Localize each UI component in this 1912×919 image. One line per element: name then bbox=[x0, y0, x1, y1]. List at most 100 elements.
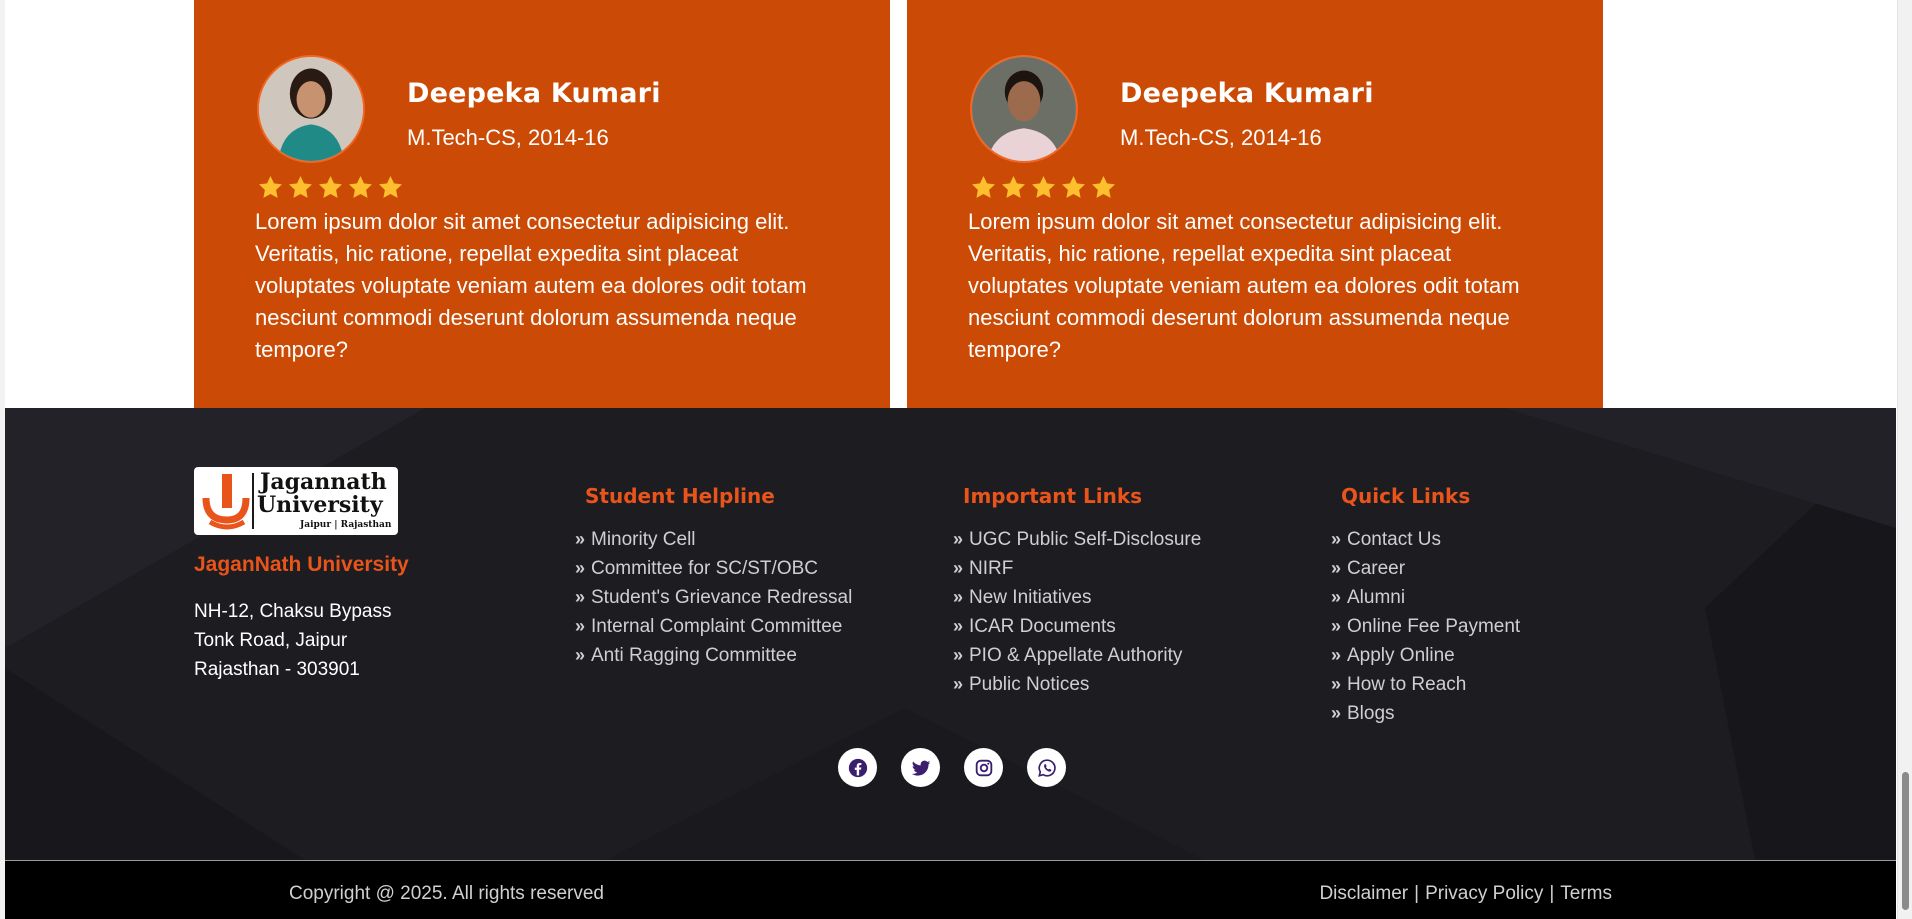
star-icon bbox=[349, 176, 372, 198]
footer-link[interactable]: Alumni bbox=[1347, 587, 1405, 608]
testimonial-role: M.Tech-CS, 2014-16 bbox=[407, 125, 609, 150]
list-item[interactable]: » New Initiatives bbox=[953, 583, 1201, 612]
chevron-double-right-icon: » bbox=[1331, 703, 1342, 723]
address-line: Tonk Road, Jaipur bbox=[194, 630, 348, 651]
chevron-double-right-icon: » bbox=[575, 616, 586, 636]
footer-link[interactable]: PIO & Appellate Authority bbox=[969, 645, 1182, 666]
testimonial-text: Lorem ipsum dolor sit amet consectetur a… bbox=[968, 209, 1520, 362]
list-item[interactable]: » Career bbox=[1331, 554, 1520, 583]
bottom-bar: Copyright @ 2025. All rights reserved Di… bbox=[5, 860, 1896, 919]
footer-link[interactable]: Blogs bbox=[1347, 703, 1395, 724]
privacy-policy-link[interactable]: Privacy Policy bbox=[1425, 883, 1543, 904]
testimonial-card: Deepeka Kumari M.Tech-CS, 2014-16 Lorem … bbox=[194, 0, 890, 408]
chevron-double-right-icon: » bbox=[953, 529, 964, 549]
instagram-link[interactable] bbox=[964, 748, 1003, 787]
quick-links-list: » Contact Us » Career » Alumni » Online Fee … bbox=[1331, 525, 1520, 728]
star-icon bbox=[1062, 176, 1085, 198]
logo-mark-icon bbox=[202, 474, 250, 530]
scrollbar-thumb[interactable] bbox=[1902, 772, 1909, 910]
list-item[interactable]: » Public Notices bbox=[953, 670, 1201, 699]
twitter-link[interactable] bbox=[901, 748, 940, 787]
vertical-scrollbar[interactable] bbox=[1897, 0, 1912, 919]
separator: | bbox=[1414, 883, 1420, 904]
site-footer: Jagannath University Jaipur | Rajasthan … bbox=[5, 408, 1896, 860]
list-item[interactable]: » Anti Ragging Committee bbox=[575, 641, 852, 670]
footer-link[interactable]: Online Fee Payment bbox=[1347, 616, 1520, 637]
footer-link[interactable]: ICAR Documents bbox=[969, 616, 1116, 637]
chevron-double-right-icon: » bbox=[953, 616, 964, 636]
chevron-double-right-icon: » bbox=[953, 645, 964, 665]
testimonials-section: Deepeka Kumari M.Tech-CS, 2014-16 Lorem … bbox=[5, 0, 1896, 408]
footer-link[interactable]: Minority Cell bbox=[591, 529, 696, 550]
whatsapp-icon bbox=[1037, 758, 1056, 777]
testimonial-role: M.Tech-CS, 2014-16 bbox=[1120, 125, 1322, 150]
rating-stars bbox=[970, 174, 1117, 201]
footer-link[interactable]: Student's Grievance Redressal bbox=[591, 587, 852, 608]
list-item[interactable]: » Internal Complaint Committee bbox=[575, 612, 852, 641]
important-links-title: Important Links bbox=[963, 484, 1143, 508]
chevron-double-right-icon: » bbox=[575, 645, 586, 665]
chevron-double-right-icon: » bbox=[1331, 616, 1342, 636]
student-helpline-title: Student Helpline bbox=[585, 484, 775, 508]
chevron-double-right-icon: » bbox=[1331, 645, 1342, 665]
facebook-link[interactable] bbox=[838, 748, 877, 787]
disclaimer-link[interactable]: Disclaimer bbox=[1319, 883, 1408, 904]
rating-stars bbox=[257, 174, 404, 201]
chevron-double-right-icon: » bbox=[575, 587, 586, 607]
footer-link[interactable]: New Initiatives bbox=[969, 587, 1092, 608]
list-item[interactable]: » Committee for SC/ST/OBC bbox=[575, 554, 852, 583]
list-item[interactable]: » Blogs bbox=[1331, 699, 1520, 728]
footer-link[interactable]: Contact Us bbox=[1347, 529, 1441, 550]
footer-link[interactable]: Public Notices bbox=[969, 674, 1089, 695]
footer-link[interactable]: Career bbox=[1347, 558, 1405, 579]
star-icon bbox=[259, 176, 282, 198]
instagram-icon bbox=[975, 759, 992, 776]
footer-link[interactable]: Anti Ragging Committee bbox=[591, 645, 797, 666]
copyright-text: Copyright @ 2025. All rights reserved bbox=[289, 883, 604, 904]
chevron-double-right-icon: » bbox=[1331, 587, 1342, 607]
star-icon bbox=[972, 176, 995, 198]
list-item[interactable]: » Online Fee Payment bbox=[1331, 612, 1520, 641]
list-item[interactable]: » ICAR Documents bbox=[953, 612, 1201, 641]
whatsapp-link[interactable] bbox=[1027, 748, 1066, 787]
university-logo[interactable]: Jagannath University Jaipur | Rajasthan bbox=[194, 467, 398, 535]
footer-link[interactable]: UGC Public Self-Disclosure bbox=[969, 529, 1201, 550]
list-item[interactable]: » Student's Grievance Redressal bbox=[575, 583, 852, 612]
footer-link[interactable]: Internal Complaint Committee bbox=[591, 616, 842, 637]
logo-text-line1: Jagannath bbox=[260, 469, 387, 495]
star-icon bbox=[1092, 176, 1115, 198]
list-item[interactable]: » NIRF bbox=[953, 554, 1201, 583]
chevron-double-right-icon: » bbox=[575, 558, 586, 578]
chevron-double-right-icon: » bbox=[575, 529, 586, 549]
list-item[interactable]: » UGC Public Self-Disclosure bbox=[953, 525, 1201, 554]
list-item[interactable]: » Contact Us bbox=[1331, 525, 1520, 554]
chevron-double-right-icon: » bbox=[953, 674, 964, 694]
quick-links-title: Quick Links bbox=[1341, 484, 1471, 508]
footer-link[interactable]: NIRF bbox=[969, 558, 1013, 579]
list-item[interactable]: » Alumni bbox=[1331, 583, 1520, 612]
logo-text-line2: University bbox=[257, 492, 383, 518]
footer-link[interactable]: Committee for SC/ST/OBC bbox=[591, 558, 818, 579]
list-item[interactable]: » Minority Cell bbox=[575, 525, 852, 554]
list-item[interactable]: » Apply Online bbox=[1331, 641, 1520, 670]
chevron-double-right-icon: » bbox=[953, 558, 964, 578]
list-item[interactable]: » How to Reach bbox=[1331, 670, 1520, 699]
footer-link[interactable]: How to Reach bbox=[1347, 674, 1466, 695]
important-links-list: » UGC Public Self-Disclosure » NIRF » New I… bbox=[953, 525, 1201, 699]
list-item[interactable]: » PIO & Appellate Authority bbox=[953, 641, 1201, 670]
footer-link[interactable]: Apply Online bbox=[1347, 645, 1455, 666]
separator: | bbox=[1549, 883, 1555, 904]
star-icon bbox=[289, 176, 312, 198]
social-links bbox=[838, 748, 1066, 787]
facebook-icon bbox=[848, 758, 867, 777]
university-name: JaganNath University bbox=[194, 553, 409, 576]
chevron-double-right-icon: » bbox=[953, 587, 964, 607]
testimonial-card: Deepeka Kumari M.Tech-CS, 2014-16 Lorem … bbox=[907, 0, 1603, 408]
legal-links: Disclaimer | Privacy Policy | Terms bbox=[1319, 883, 1612, 905]
terms-link[interactable]: Terms bbox=[1560, 883, 1612, 904]
chevron-double-right-icon: » bbox=[1331, 674, 1342, 694]
logo-divider bbox=[252, 473, 254, 529]
chevron-double-right-icon: » bbox=[1331, 529, 1342, 549]
star-icon bbox=[379, 176, 402, 198]
testimonial-name: Deepeka Kumari bbox=[407, 78, 661, 109]
